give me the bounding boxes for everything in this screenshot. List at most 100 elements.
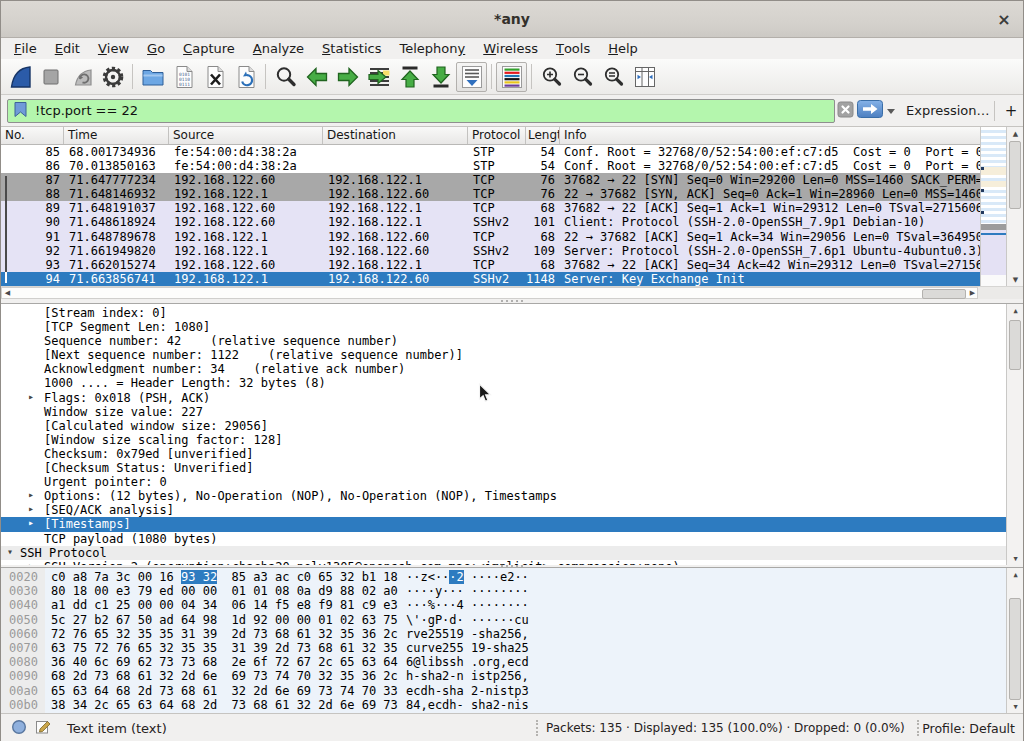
packet-row[interactable]: 8771.647777234192.168.122.60192.168.122.… [1, 173, 982, 187]
packet-row[interactable]: 8871.648146932192.168.122.1192.168.122.6… [1, 187, 982, 201]
detail-row[interactable]: [Calculated window size: 29056] [1, 419, 1006, 433]
colorize-button[interactable] [496, 62, 527, 92]
bookmark-icon[interactable] [13, 101, 28, 121]
bytes-scrollbar[interactable]: ▲ ▼ [1006, 568, 1023, 713]
packet-row[interactable]: 8670.013850163fe:54:00:d4:38:2aSTP54Conf… [1, 159, 982, 173]
find-packet-button[interactable] [270, 62, 301, 92]
column-header-length[interactable]: Length [526, 127, 560, 144]
column-header-no[interactable]: No. [1, 127, 64, 144]
go-last-button[interactable] [425, 62, 456, 92]
file-reload-button[interactable] [230, 62, 261, 92]
capture-options-button[interactable] [97, 62, 128, 92]
menu-tools[interactable]: Tools [547, 38, 599, 59]
hex-row[interactable]: 007063 75 72 76 65 32 35 35 31 39 2d 73 … [1, 641, 1006, 655]
hex-row[interactable]: 003080 18 00 e3 79 ed 00 00 01 01 08 0a … [1, 584, 1006, 598]
detail-row[interactable]: Checksum: 0x79ed [unverified] [1, 447, 1006, 461]
resize-columns-button[interactable] [629, 62, 660, 92]
detail-row[interactable]: ▸[SEQ/ACK analysis] [1, 503, 1006, 517]
display-filter-input[interactable]: !tcp.port == 22 [7, 99, 835, 123]
scroll-down-icon[interactable]: ▼ [1008, 700, 1023, 713]
packet-list-minimap[interactable] [980, 127, 1006, 286]
expand-icon[interactable]: ▸ [28, 516, 34, 530]
packet-list-hscrollbar[interactable]: ◀ ▶ [1, 286, 1023, 299]
packet-row[interactable]: 9071.648618924192.168.122.60192.168.122.… [1, 215, 982, 229]
menu-telephony[interactable]: Telephony [391, 38, 475, 59]
hex-row[interactable]: 006072 76 65 32 35 35 31 39 2d 73 68 61 … [1, 627, 1006, 641]
menu-file[interactable]: File [5, 38, 46, 59]
file-open-button[interactable] [137, 62, 168, 92]
add-filter-button[interactable]: + [1002, 102, 1020, 120]
scroll-left-icon[interactable]: ◀ [2, 288, 13, 298]
detail-row[interactable]: ▾SSH Protocol [1, 546, 1006, 560]
menu-wireless[interactable]: Wireless [474, 38, 547, 59]
detail-row[interactable]: [Next sequence number: 1122 (relative se… [1, 348, 1006, 362]
status-profile[interactable]: Profile: Default [922, 721, 1015, 736]
packet-row[interactable]: 8568.001734936fe:54:00:d4:38:2aSTP54Conf… [1, 145, 982, 159]
detail-row[interactable]: [Checksum Status: Unverified] [1, 461, 1006, 475]
title-bar[interactable]: *any × [1, 1, 1023, 38]
menu-analyze[interactable]: Analyze [244, 38, 313, 59]
go-forward-button[interactable] [332, 62, 363, 92]
packet-list-scrollbar[interactable]: ▲ ▼ [1006, 127, 1023, 286]
capture-stop-button[interactable] [35, 62, 66, 92]
packet-list-header[interactable]: No.TimeSourceDestinationProtocolLengthIn… [1, 127, 982, 145]
packet-row[interactable]: 9371.662015274192.168.122.60192.168.122.… [1, 258, 982, 272]
scroll-up-icon[interactable]: ▲ [1008, 127, 1023, 140]
detail-row[interactable]: Acknowledgment number: 34 (relative ack … [1, 362, 1006, 376]
expand-icon[interactable]: ▸ [28, 390, 34, 404]
file-close-button[interactable] [199, 62, 230, 92]
clear-filter-icon[interactable] [837, 101, 854, 121]
hex-row[interactable]: 008036 40 6c 69 62 73 73 68 2e 6f 72 67 … [1, 655, 1006, 669]
menu-go[interactable]: Go [138, 38, 174, 59]
detail-row[interactable]: [Window size scaling factor: 128] [1, 433, 1006, 447]
close-icon[interactable]: × [993, 8, 1015, 30]
detail-row[interactable]: ▸[Timestamps] [1, 517, 1006, 531]
detail-row[interactable]: [TCP Segment Len: 1080] [1, 320, 1006, 334]
detail-row[interactable]: Window size value: 227 [1, 405, 1006, 419]
column-header-time[interactable]: Time [64, 127, 169, 144]
file-save-button[interactable]: 010101100111 [168, 62, 199, 92]
detail-row[interactable]: ▸Flags: 0x018 (PSH, ACK) [1, 391, 1006, 405]
menu-statistics[interactable]: Statistics [313, 38, 390, 59]
capture-restart-button[interactable] [66, 62, 97, 92]
hex-row[interactable]: 00a065 63 64 68 2d 73 68 61 32 2d 6e 69 … [1, 684, 1006, 698]
hex-row[interactable]: 0040a1 dd c1 25 00 00 04 34 06 14 f5 e8 … [1, 598, 1006, 612]
packet-row[interactable]: 9171.648789678192.168.122.1192.168.122.6… [1, 230, 982, 244]
detail-row[interactable]: [Stream index: 0] [1, 306, 1006, 320]
expert-info-icon[interactable] [11, 719, 27, 738]
capture-start-button[interactable] [4, 62, 35, 92]
scroll-up-icon[interactable]: ▲ [1008, 304, 1023, 317]
scrollbar-thumb[interactable] [1009, 320, 1021, 370]
go-first-button[interactable] [394, 62, 425, 92]
apply-filter-icon[interactable] [857, 100, 883, 121]
column-header-info[interactable]: Info [560, 127, 982, 144]
hex-row[interactable]: 00505c 27 b2 67 50 ad 64 98 1d 92 00 00 … [1, 613, 1006, 627]
column-header-destination[interactable]: Destination [323, 127, 468, 144]
scrollbar-thumb[interactable] [1009, 598, 1021, 700]
column-header-protocol[interactable]: Protocol [468, 127, 526, 144]
packet-row[interactable]: 9271.661949820192.168.122.1192.168.122.6… [1, 244, 982, 258]
detail-row[interactable]: Urgent pointer: 0 [1, 475, 1006, 489]
zoom-100-button[interactable] [598, 62, 629, 92]
zoom-in-button[interactable] [536, 62, 567, 92]
menu-view[interactable]: View [89, 38, 138, 59]
go-back-button[interactable] [301, 62, 332, 92]
detail-row[interactable]: 1000 .... = Header Length: 32 bytes (8) [1, 376, 1006, 390]
hex-row[interactable]: 009068 2d 73 68 61 32 2d 6e 69 73 74 70 … [1, 669, 1006, 683]
scroll-down-icon[interactable]: ▼ [1008, 273, 1023, 286]
menu-help[interactable]: Help [599, 38, 647, 59]
menu-edit[interactable]: Edit [46, 38, 89, 59]
hscrollbar-thumb[interactable] [922, 289, 966, 299]
packet-row[interactable]: 8971.648191037192.168.122.60192.168.122.… [1, 201, 982, 215]
scroll-down-icon[interactable]: ▼ [1008, 552, 1023, 565]
expand-icon[interactable]: ▸ [28, 502, 34, 516]
zoom-out-button[interactable] [567, 62, 598, 92]
detail-row[interactable]: ▸Options: (12 bytes), No-Operation (NOP)… [1, 489, 1006, 503]
collapse-icon[interactable]: ▾ [7, 545, 13, 559]
capture-comment-icon[interactable] [35, 719, 51, 738]
expand-icon[interactable]: ▸ [28, 488, 34, 502]
detail-row[interactable]: Sequence number: 42 (relative sequence n… [1, 334, 1006, 348]
scroll-up-icon[interactable]: ▲ [1008, 568, 1023, 581]
filter-text[interactable]: !tcp.port == 22 [35, 103, 138, 118]
details-scrollbar[interactable]: ▲ ▼ [1006, 304, 1023, 565]
